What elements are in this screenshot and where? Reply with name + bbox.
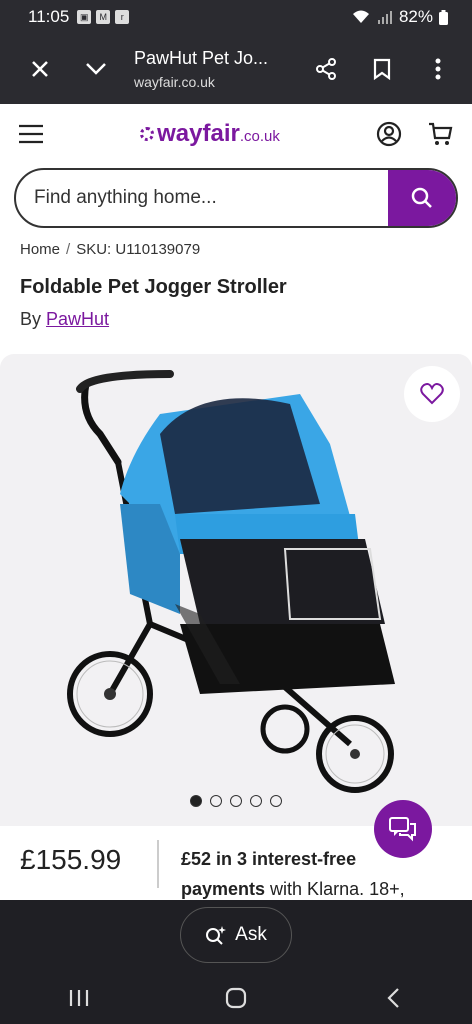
product-title: Foldable Pet Jogger Stroller [20, 276, 287, 298]
by-label: By [20, 309, 42, 329]
ask-button[interactable]: Ask [180, 907, 292, 963]
home-button[interactable] [206, 978, 266, 1018]
recent-apps-icon [69, 990, 88, 1006]
logo-text: wayfair [157, 120, 240, 147]
favorite-button[interactable] [404, 366, 460, 422]
bottom-panel: Ask [0, 900, 472, 1024]
recent-apps-button[interactable] [49, 978, 109, 1018]
hamburger-menu-icon[interactable] [18, 124, 44, 144]
cart-icon[interactable] [428, 121, 454, 147]
wayfair-logo[interactable]: wayfair .co.uk [44, 120, 376, 148]
bookmark-button[interactable] [354, 41, 410, 97]
product-price: £155.99 [20, 844, 122, 875]
product-image-carousel[interactable] [0, 354, 472, 826]
site-header: wayfair .co.uk [0, 104, 472, 164]
carousel-dot-2[interactable] [210, 795, 222, 807]
battery-icon [439, 9, 448, 25]
page-title-area[interactable]: PawHut Pet Jo... wayfair.co.uk [124, 48, 298, 90]
carousel-dot-4[interactable] [250, 795, 262, 807]
breadcrumb-separator: / [66, 241, 71, 258]
breadcrumb-home-link[interactable]: Home [20, 241, 60, 258]
carousel-dot-5[interactable] [270, 795, 282, 807]
gallery-icon: ▣ [77, 10, 92, 24]
status-bar: 11:05 ▣ M r 82% [0, 0, 472, 34]
minimize-button[interactable] [68, 41, 124, 97]
klarna-rest: with Klarna. 18+, [265, 879, 405, 899]
wifi-icon [352, 10, 369, 23]
account-icon[interactable] [376, 121, 402, 147]
heart-icon [420, 383, 444, 405]
browser-toolbar: PawHut Pet Jo... wayfair.co.uk [0, 34, 472, 104]
carousel-dot-3[interactable] [230, 795, 242, 807]
ring-icon: r [115, 10, 130, 24]
breadcrumb-sku: SKU: U110139079 [76, 241, 201, 258]
system-nav-bar [0, 972, 472, 1024]
back-button[interactable] [363, 978, 423, 1018]
bookmark-icon [373, 58, 391, 80]
search-button[interactable] [388, 170, 456, 226]
search-bar [14, 168, 458, 228]
close-tab-button[interactable] [12, 41, 68, 97]
klarna-message: £52 in 3 interest-free payments with Kla… [181, 844, 405, 904]
back-icon [387, 988, 400, 1008]
home-icon [225, 987, 247, 1009]
status-time: 11:05 [28, 7, 70, 26]
product-image-stroller [67, 370, 395, 793]
share-button[interactable] [298, 41, 354, 97]
carousel-dots [190, 795, 282, 807]
search-icon [411, 187, 432, 208]
gmail-icon: M [96, 10, 111, 24]
carousel-dot-1[interactable] [190, 795, 202, 807]
tab-url: wayfair.co.uk [134, 74, 215, 90]
price-divider [157, 840, 159, 888]
close-icon [32, 61, 48, 77]
chevron-down-icon [86, 63, 106, 75]
logo-mark-icon [140, 127, 155, 141]
brand-link[interactable]: PawHut [46, 309, 109, 329]
klarna-payments: payments [181, 879, 266, 899]
notification-icons: ▣ M r [77, 10, 130, 24]
sparkle-search-icon [206, 926, 227, 945]
product-byline: By PawHut [20, 309, 109, 330]
tab-title: PawHut Pet Jo... [134, 48, 269, 68]
ask-label: Ask [235, 924, 267, 945]
breadcrumb: Home / SKU: U110139079 [20, 241, 200, 258]
logo-domain: .co.uk [239, 128, 280, 145]
share-icon [316, 58, 336, 80]
more-options-button[interactable] [410, 41, 466, 97]
chat-button[interactable] [374, 800, 432, 858]
search-input[interactable] [16, 170, 388, 226]
chat-bubbles-icon [389, 817, 416, 842]
klarna-amount: £52 in 3 interest-free [181, 849, 357, 869]
more-vertical-icon [435, 58, 441, 80]
signal-icon [377, 11, 392, 24]
battery-percent: 82% [398, 7, 433, 26]
